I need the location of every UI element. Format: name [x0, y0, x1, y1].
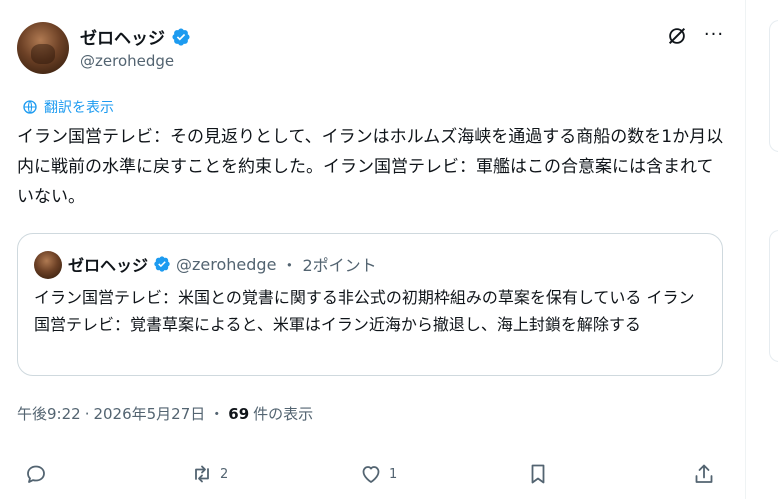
- retweet-icon: [195, 465, 209, 483]
- views-label: 件の表示: [253, 405, 314, 423]
- quote-meta: 2ポイント: [302, 256, 377, 275]
- views-count: 69: [228, 404, 250, 423]
- verified-badge-icon: [154, 256, 170, 272]
- author-display-name[interactable]: ゼロヘッジ: [80, 24, 165, 49]
- sidebar-card-edge: [769, 20, 778, 152]
- translate-link[interactable]: 翻訳を表示: [22, 97, 114, 117]
- reply-button[interactable]: [24, 462, 54, 486]
- share-icon: [695, 464, 713, 483]
- verified-badge-icon[interactable]: [171, 27, 191, 47]
- author-avatar[interactable]: [17, 22, 69, 74]
- quote-display-name: ゼロヘッジ: [68, 256, 149, 275]
- author-handle[interactable]: @zerohedge: [80, 52, 174, 70]
- like-button[interactable]: 1: [359, 462, 397, 486]
- bookmark-button[interactable]: [526, 462, 550, 486]
- quote-author-avatar: [34, 251, 62, 279]
- share-button[interactable]: [692, 462, 716, 486]
- retweet-button[interactable]: 2: [190, 462, 228, 486]
- like-count: 1: [389, 466, 398, 482]
- quote-separator: ・: [281, 256, 298, 275]
- quote-header: ゼロヘッジ @zerohedge ・ 2ポイント: [68, 252, 377, 276]
- author-name-row: ゼロヘッジ: [80, 24, 191, 49]
- column-divider: [745, 0, 746, 499]
- tweet-date[interactable]: 2026年5月27日: [93, 403, 205, 424]
- meta-separator: ・: [209, 405, 225, 423]
- translate-label: 翻訳を表示: [44, 100, 114, 116]
- more-icon[interactable]: ···: [703, 25, 725, 47]
- globe-icon: [23, 100, 37, 114]
- tweet-meta: 午後9:22 · 2026年5月27日 ・ 69 件の表示: [17, 403, 313, 424]
- bookmark-icon: [531, 464, 545, 484]
- quote-text: イラン国営テレビ：米国との覚書に関する非公式の初期枠組みの草案を保有している イ…: [34, 288, 695, 334]
- quoted-tweet-card[interactable]: ゼロヘッジ @zerohedge ・ 2ポイント イラン国営テレビ：米国との覚書…: [17, 233, 723, 376]
- tweet-time[interactable]: 午後9:22: [17, 403, 81, 424]
- heart-icon: [362, 466, 380, 483]
- tweet-text: イラン国営テレビ：その見返りとして、イランはホルムズ海峡を通過する商船の数を1か…: [17, 127, 724, 207]
- retweet-count: 2: [220, 466, 229, 482]
- meta-dot: ·: [84, 404, 90, 423]
- quote-handle: @zerohedge: [176, 254, 277, 274]
- grok-icon[interactable]: [666, 25, 688, 47]
- reply-icon: [27, 465, 45, 483]
- sidebar-card-edge: [769, 230, 778, 362]
